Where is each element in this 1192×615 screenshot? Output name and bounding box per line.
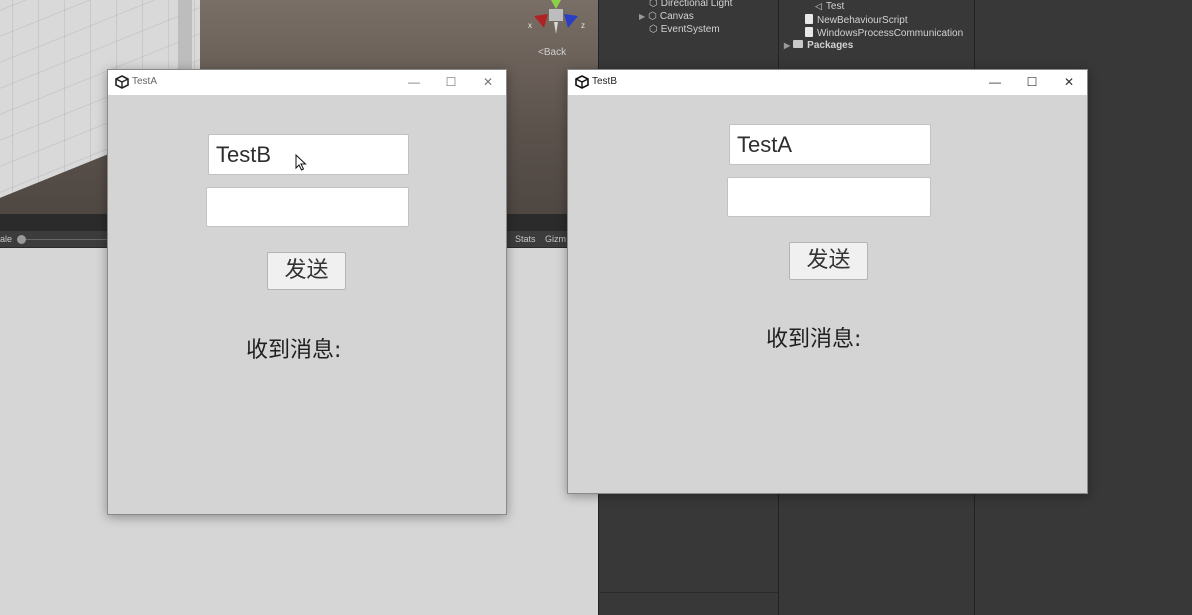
maximize-button[interactable]: ☐ <box>1014 70 1050 95</box>
stats-button[interactable]: Stats <box>515 234 536 244</box>
gizmo-z-label: z <box>581 21 585 30</box>
close-button[interactable]: ✕ <box>1051 70 1087 95</box>
orientation-gizmo-icon[interactable]: x z <box>528 0 588 38</box>
project-item-test-scene[interactable]: ◁ Test <box>815 1 844 12</box>
name-input[interactable] <box>208 134 409 175</box>
unity-logo-icon <box>575 75 589 89</box>
hierarchy-item-label: Canvas <box>659 11 694 22</box>
gizmos-button[interactable]: Gizm <box>545 234 566 244</box>
close-button[interactable]: ✕ <box>470 70 506 95</box>
scene-back-link[interactable]: <Back <box>538 47 566 58</box>
window-content: 发送 收到消息: <box>108 95 506 514</box>
project-item-windowsprocesscommunication[interactable]: WindowsProcessCommunication <box>805 27 963 39</box>
maximize-button[interactable]: ☐ <box>433 70 469 95</box>
gizmo-x-cone[interactable] <box>534 14 548 28</box>
project-item-packages[interactable]: ▶ Packages <box>784 40 853 51</box>
hierarchy-item-canvas[interactable]: ▶ ⬡ Canvas <box>639 11 694 22</box>
project-item-label: NewBehaviourScript <box>817 15 908 26</box>
project-item-newbehaviourscript[interactable]: NewBehaviourScript <box>805 14 908 26</box>
name-input[interactable] <box>729 124 931 165</box>
mouse-cursor-icon <box>295 154 307 171</box>
send-button[interactable]: 发送 <box>267 252 346 290</box>
expand-arrow-icon[interactable]: ▶ <box>639 12 645 21</box>
hierarchy-divider <box>598 592 778 593</box>
expand-arrow-icon[interactable]: ▶ <box>784 41 790 50</box>
received-message-label: 收到消息: <box>766 327 862 352</box>
window-title: TestB <box>592 76 618 87</box>
gameobject-icon: ⬡ <box>649 0 658 9</box>
message-input[interactable] <box>727 177 931 217</box>
script-icon <box>805 27 813 37</box>
send-button[interactable]: 发送 <box>789 242 868 280</box>
window-title: TestA <box>132 76 158 87</box>
minimize-button[interactable]: — <box>977 70 1013 95</box>
minimize-button[interactable]: — <box>396 70 432 95</box>
gameobject-icon: ⬡ <box>648 11 657 22</box>
project-item-label: Packages <box>807 40 854 51</box>
gameobject-icon: ⬡ <box>649 24 658 35</box>
hierarchy-item-directional-light[interactable]: ⬡ Directional Light <box>649 0 732 9</box>
unity-logo-icon <box>115 75 129 89</box>
gizmo-z-cone[interactable] <box>564 14 578 28</box>
scale-slider-handle[interactable] <box>17 235 26 244</box>
gizmo-x-label: x <box>528 21 532 30</box>
project-item-label: WindowsProcessCommunication <box>817 28 964 39</box>
project-item-label: Test <box>825 1 845 12</box>
unity-scene-icon: ◁ <box>815 1 822 11</box>
scale-slider-track[interactable] <box>22 239 108 240</box>
window-content: 发送 收到消息: <box>568 95 1087 493</box>
hierarchy-item-label: EventSystem <box>660 24 720 35</box>
message-input[interactable] <box>206 187 409 227</box>
hierarchy-item-label: Directional Light <box>660 0 733 9</box>
window-testb: TestB — ☐ ✕ 发送 收到消息: <box>567 69 1088 494</box>
gizmo-y-cone[interactable] <box>551 0 561 9</box>
received-message-label: 收到消息: <box>246 338 342 363</box>
title-bar[interactable]: TestA — ☐ ✕ <box>108 70 506 95</box>
script-icon <box>805 14 813 24</box>
scale-label: ale <box>0 234 13 244</box>
hierarchy-item-eventsystem[interactable]: ⬡ EventSystem <box>649 24 720 35</box>
gizmo-down-cone <box>554 22 558 34</box>
title-bar[interactable]: TestB — ☐ ✕ <box>568 70 1087 95</box>
folder-icon <box>793 40 804 48</box>
window-testa: TestA — ☐ ✕ 发送 收到消息: <box>107 69 507 515</box>
gizmo-center[interactable] <box>549 9 563 21</box>
